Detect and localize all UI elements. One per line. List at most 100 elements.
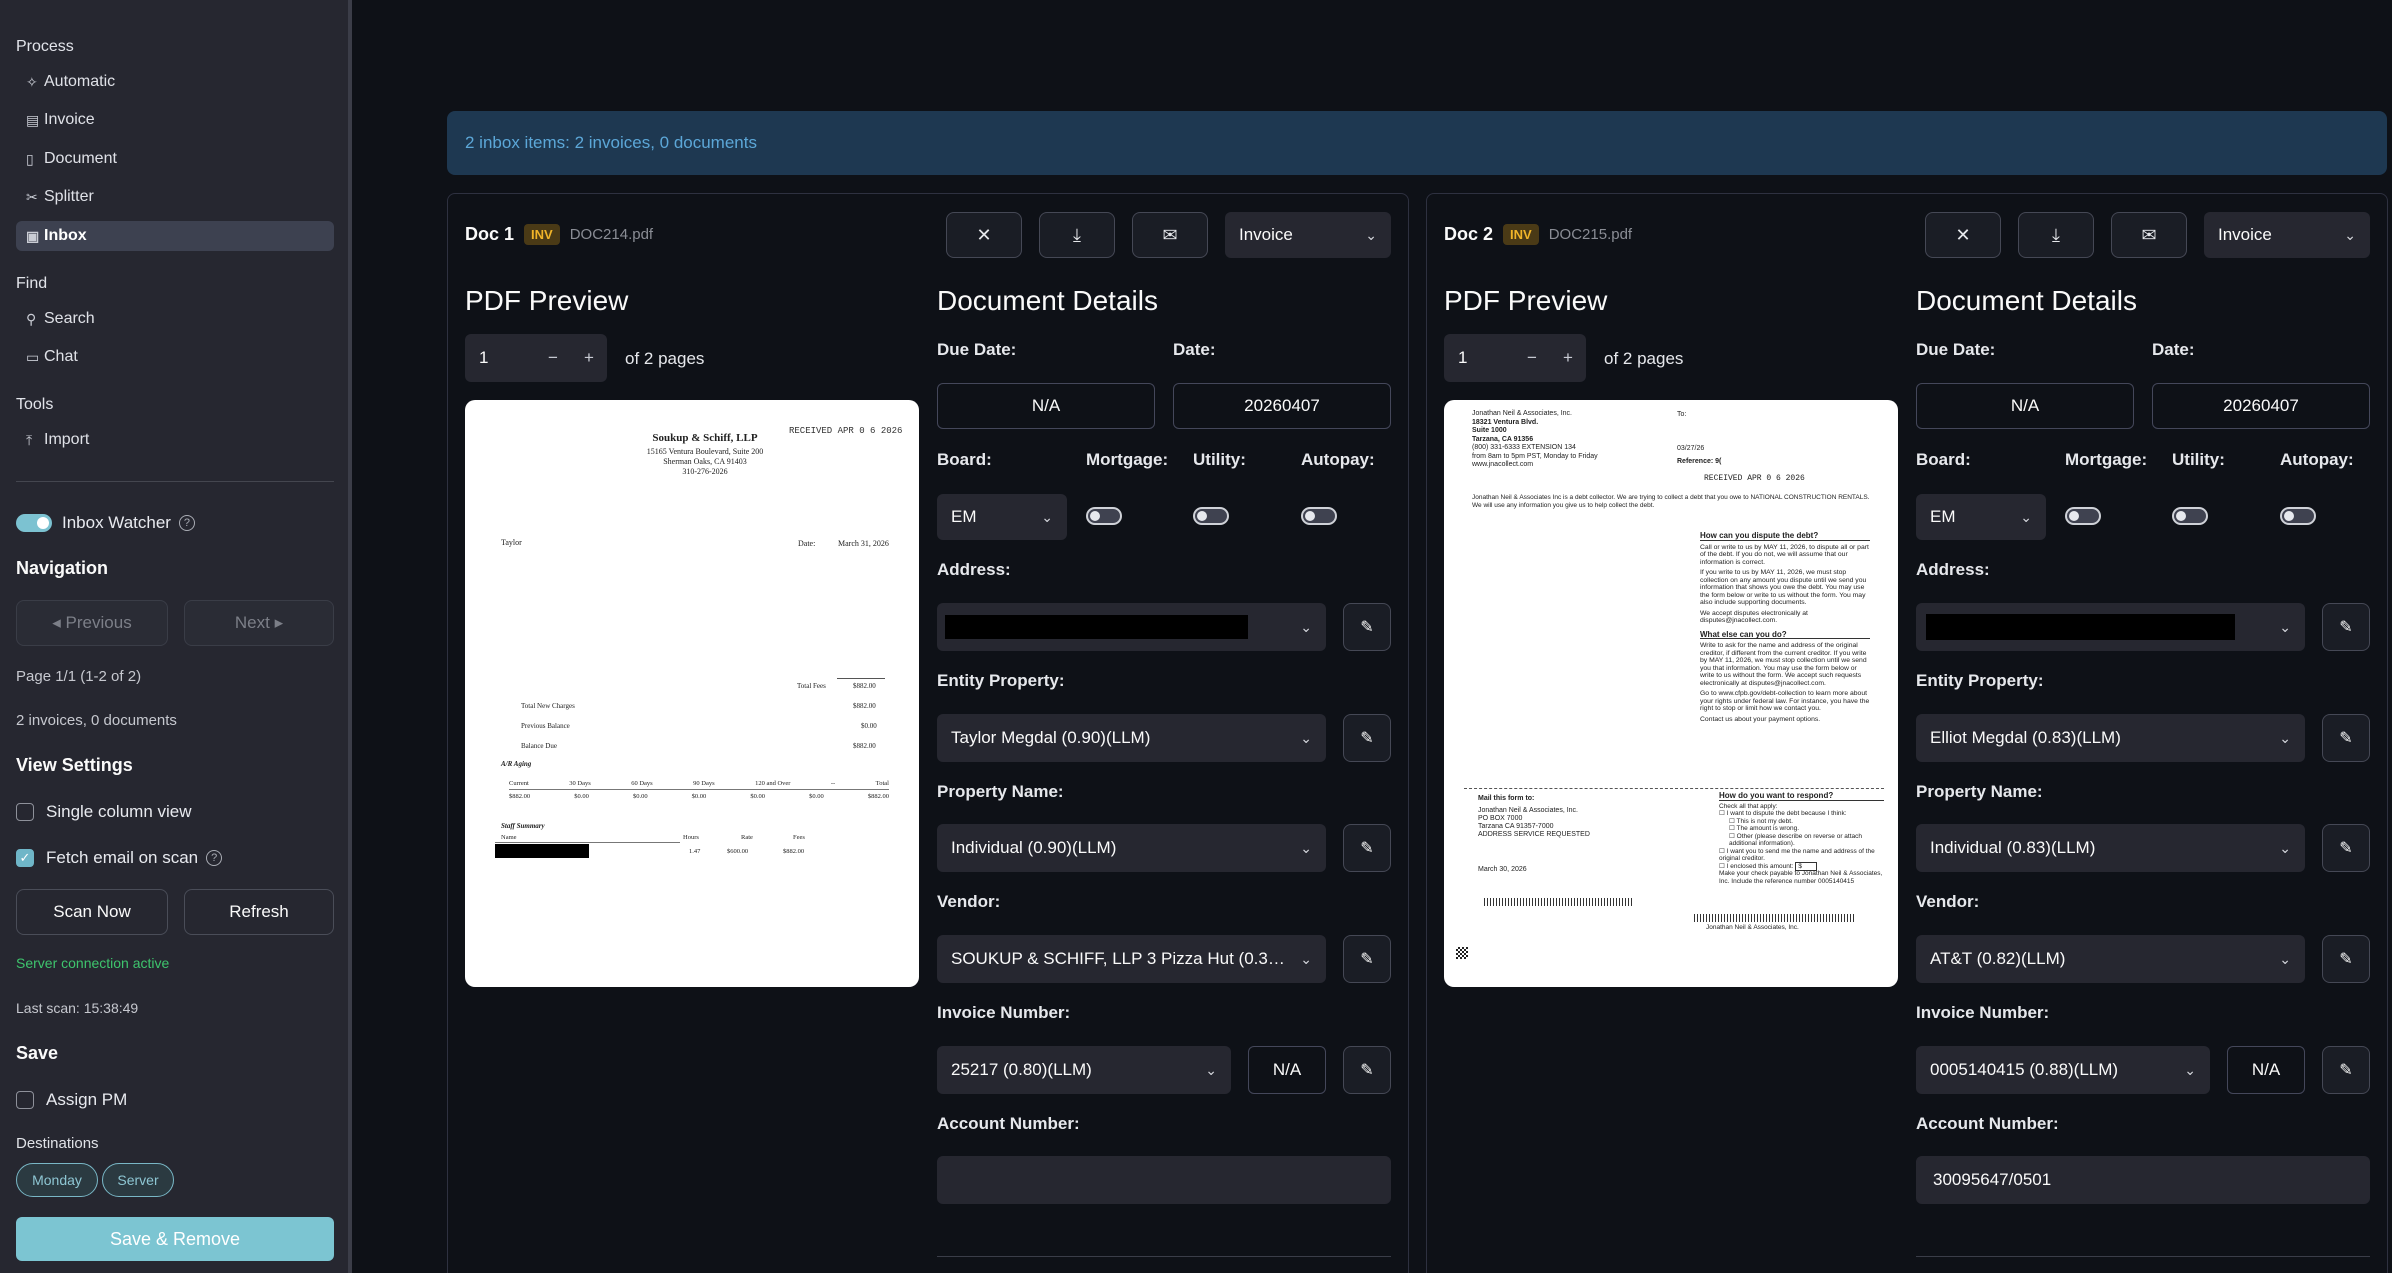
sidebar-divider	[16, 481, 334, 482]
download-button[interactable]: ⤓	[1039, 212, 1115, 258]
nav-item-automatic[interactable]: ✧ Automatic	[16, 67, 334, 97]
pdf-text: Balance Due	[521, 742, 557, 750]
edit-property-button[interactable]: ✎	[1343, 824, 1391, 872]
account-number-field[interactable]: 30095647/0501	[1916, 1156, 2370, 1204]
nav-item-splitter[interactable]: ✂ Splitter	[16, 182, 334, 212]
edit-entity-button[interactable]: ✎	[2322, 714, 2370, 762]
help-icon[interactable]: ?	[178, 515, 195, 531]
pdf-text: 15165 Ventura Boulevard, Suite 200	[646, 447, 764, 456]
mortgage-toggle[interactable]	[1086, 507, 1122, 525]
sidebar-scrollbar[interactable]	[348, 0, 352, 1273]
page-number-input[interactable]: 1 − +	[465, 334, 607, 382]
nav-item-chat[interactable]: ▭ Chat	[16, 342, 334, 372]
page-info: Page 1/1 (1-2 of 2)	[16, 668, 142, 685]
mortgage-label: Mortgage:	[1086, 450, 1169, 469]
single-column-row[interactable]: Single column view	[16, 802, 192, 822]
vendor-select[interactable]: AT&T (0.82)(LLM) ⌄	[1916, 935, 2305, 983]
receipt-icon: ▤	[26, 111, 40, 128]
entity-property-select[interactable]: Elliot Megdal (0.83)(LLM) ⌄	[1916, 714, 2305, 762]
help-icon[interactable]: ?	[206, 850, 223, 866]
nav-item-search[interactable]: ⚲ Search	[16, 304, 334, 334]
date-field[interactable]: 20260407	[1173, 383, 1391, 429]
download-button[interactable]: ⤓	[2018, 212, 2094, 258]
doc-filename[interactable]: DOC215.pdf	[1549, 226, 1632, 243]
save-remove-button[interactable]: Save & Remove	[16, 1217, 334, 1261]
chevron-down-icon: ⌄	[2279, 729, 2291, 746]
property-name-value: Individual (0.90)(LLM)	[951, 838, 1117, 857]
nav-item-inbox[interactable]: ▣ Inbox	[16, 221, 334, 251]
address-label: Address:	[937, 560, 1011, 579]
edit-property-button[interactable]: ✎	[2322, 824, 2370, 872]
autopay-toggle[interactable]	[1301, 507, 1337, 525]
vendor-select[interactable]: SOUKUP & SCHIFF, LLP 3 Pizza Hut (0.33… ⌄	[937, 935, 1326, 983]
assign-pm-row[interactable]: Assign PM	[16, 1090, 127, 1110]
decrement-button[interactable]: −	[1514, 348, 1550, 368]
email-button[interactable]: ✉	[1132, 212, 1208, 258]
assign-pm-checkbox[interactable]	[16, 1091, 34, 1109]
property-name-select[interactable]: Individual (0.90)(LLM) ⌄	[937, 824, 1326, 872]
previous-button[interactable]: ◂ Previous	[16, 600, 168, 646]
address-select[interactable]: ⌄	[937, 603, 1326, 651]
account-number-field[interactable]	[937, 1156, 1391, 1204]
invoice-number-select[interactable]: 25217 (0.80)(LLM) ⌄	[937, 1046, 1231, 1094]
fetch-email-row[interactable]: ✓ Fetch email on scan?	[16, 848, 223, 868]
edit-vendor-button[interactable]: ✎	[1343, 935, 1391, 983]
single-column-checkbox[interactable]	[16, 803, 34, 821]
edit-address-button[interactable]: ✎	[1343, 603, 1391, 651]
nav-item-import[interactable]: ⤒ Import	[16, 425, 334, 455]
mortgage-toggle[interactable]	[2065, 507, 2101, 525]
pdf-text: 310-276-2026	[682, 467, 728, 476]
edit-entity-button[interactable]: ✎	[1343, 714, 1391, 762]
doc-filename[interactable]: DOC214.pdf	[570, 226, 653, 243]
due-date-field[interactable]: N/A	[937, 383, 1155, 429]
destination-pill-server[interactable]: Server	[102, 1163, 174, 1197]
edit-invoice-button[interactable]: ✎	[2322, 1046, 2370, 1094]
document-details-header: Document Details	[1916, 285, 2137, 316]
page-number-input[interactable]: 1 − +	[1444, 334, 1586, 382]
pdf-preview-header: PDF Preview	[1444, 285, 1608, 316]
doc-type-select[interactable]: Invoice ⌄	[2204, 212, 2370, 258]
date-field[interactable]: 20260407	[2152, 383, 2370, 429]
chevron-down-icon: ⌄	[2279, 839, 2291, 856]
doc-type-select[interactable]: Invoice ⌄	[1225, 212, 1391, 258]
nav-item-invoice[interactable]: ▤ Invoice	[16, 105, 334, 135]
increment-button[interactable]: +	[1550, 348, 1586, 368]
address-select[interactable]: ⌄	[1916, 603, 2305, 651]
invoice-number-alt-field[interactable]: N/A	[2227, 1046, 2305, 1094]
property-name-select[interactable]: Individual (0.83)(LLM) ⌄	[1916, 824, 2305, 872]
mortgage-label: Mortgage:	[2065, 450, 2148, 469]
utility-toggle[interactable]	[2172, 507, 2208, 525]
refresh-button[interactable]: Refresh	[184, 889, 334, 935]
inbox-watcher-toggle[interactable]	[16, 514, 52, 532]
save-header: Save	[16, 1043, 59, 1063]
entity-property-select[interactable]: Taylor Megdal (0.90)(LLM) ⌄	[937, 714, 1326, 762]
due-date-field[interactable]: N/A	[1916, 383, 2134, 429]
address-redaction	[1926, 614, 2235, 640]
fetch-email-checkbox[interactable]: ✓	[16, 849, 34, 867]
respond-block: How do you want to respond? Check all th…	[1719, 791, 1884, 885]
utility-toggle[interactable]	[1193, 507, 1229, 525]
scan-now-button[interactable]: Scan Now	[16, 889, 168, 935]
last-scan: Last scan: 15:38:49	[16, 1000, 139, 1016]
received-stamp: RECEIVED APR 0 6 2026	[789, 426, 903, 436]
nav-item-document[interactable]: ▯ Document	[16, 144, 334, 174]
autopay-toggle[interactable]	[2280, 507, 2316, 525]
dismiss-button[interactable]: ✕	[946, 212, 1022, 258]
edit-vendor-button[interactable]: ✎	[2322, 935, 2370, 983]
invoice-number-alt-field[interactable]: N/A	[1248, 1046, 1326, 1094]
decrement-button[interactable]: −	[535, 348, 571, 368]
edit-invoice-button[interactable]: ✎	[1343, 1046, 1391, 1094]
increment-button[interactable]: +	[571, 348, 607, 368]
nav-label: Chat	[44, 348, 78, 365]
entity-property-label: Entity Property:	[937, 671, 1065, 690]
board-select[interactable]: EM ⌄	[937, 494, 1067, 540]
email-button[interactable]: ✉	[2111, 212, 2187, 258]
next-button[interactable]: Next ▸	[184, 600, 334, 646]
sender-block: Jonathan Neil & Associates, Inc. 18321 Ve…	[1472, 410, 1598, 468]
invoice-number-label: Invoice Number:	[1916, 1003, 2050, 1022]
dismiss-button[interactable]: ✕	[1925, 212, 2001, 258]
destination-pill-monday[interactable]: Monday	[16, 1163, 98, 1197]
edit-address-button[interactable]: ✎	[2322, 603, 2370, 651]
board-select[interactable]: EM ⌄	[1916, 494, 2046, 540]
invoice-number-select[interactable]: 0005140415 (0.88)(LLM) ⌄	[1916, 1046, 2210, 1094]
